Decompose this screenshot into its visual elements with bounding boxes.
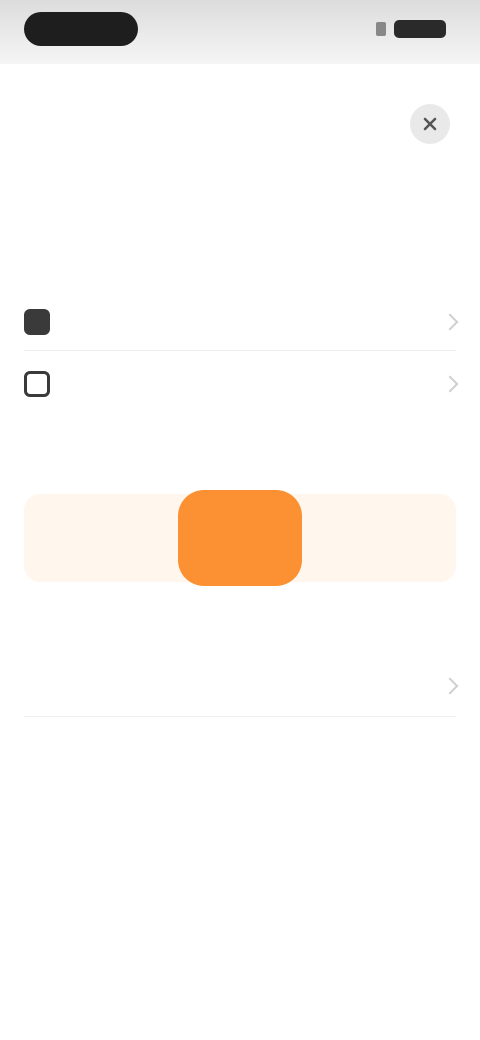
status-time [24,12,138,46]
status-icons [376,20,446,38]
segment-option-selected[interactable] [178,490,302,586]
repeat-icon [24,371,50,397]
segment-option[interactable] [24,494,166,582]
close-icon [423,117,437,131]
chevron-right-icon [441,313,459,331]
signal-icon [376,22,386,36]
battery-icon [394,20,446,38]
list-item[interactable] [24,664,459,708]
segment-option[interactable] [314,494,456,582]
chevron-right-icon [441,375,459,393]
close-button[interactable] [410,104,450,144]
divider [24,350,456,351]
settings-row-1[interactable] [24,300,459,344]
calendar-icon [24,309,50,335]
segmented-control [24,490,456,586]
settings-row-2[interactable] [24,362,459,406]
divider [24,716,456,717]
chevron-right-icon [441,677,459,695]
bottom-sheet [0,64,480,1040]
status-bar [0,0,480,64]
